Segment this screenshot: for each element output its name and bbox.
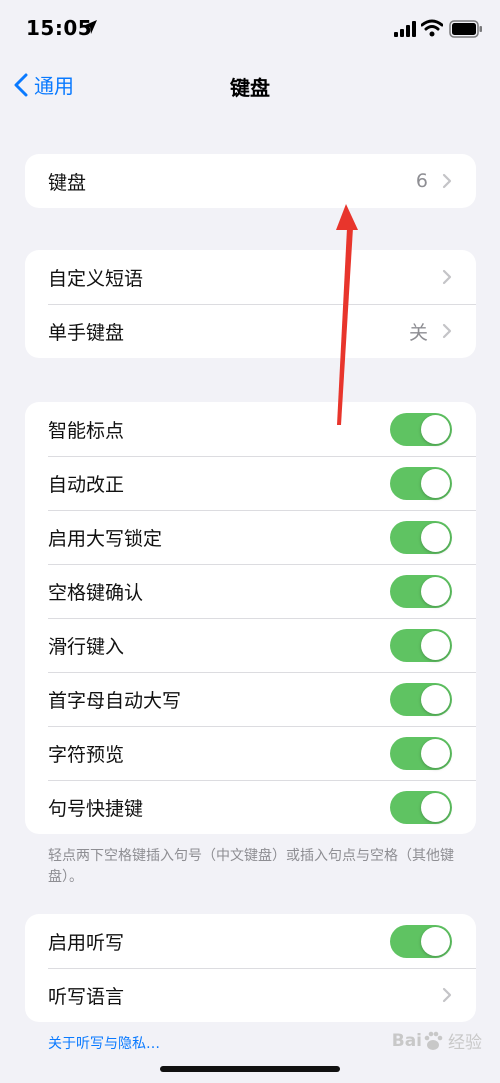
auto-correction-toggle[interactable] — [390, 467, 452, 500]
wifi-icon — [421, 19, 443, 37]
slide-to-type-toggle[interactable] — [390, 629, 452, 662]
enable-dictation-row: 启用听写 — [25, 914, 476, 968]
keyboards-group: 键盘 6 — [25, 154, 476, 208]
baidu-watermark: Bai 经验 — [391, 1028, 482, 1054]
keyboard-options-group: 智能标点 自动改正 启用大写锁定 空格键确认 滑行键入 首字母自动大写 字符预览… — [25, 402, 476, 834]
enable-dictation-toggle[interactable] — [390, 925, 452, 958]
toggle-knob — [421, 685, 450, 714]
space-confirm-toggle[interactable] — [390, 575, 452, 608]
chevron-right-icon — [442, 173, 452, 189]
period-shortcut-toggle[interactable] — [390, 791, 452, 824]
toggle-knob — [421, 415, 450, 444]
toggle-knob — [421, 631, 450, 660]
auto-capitalization-toggle[interactable] — [390, 683, 452, 716]
one-handed-value: 关 — [408, 321, 428, 344]
row-label: 启用听写 — [48, 931, 125, 954]
row-label: 自定义短语 — [48, 267, 144, 290]
chevron-right-icon — [442, 987, 452, 1003]
period-shortcut-row: 句号快捷键 — [25, 780, 476, 834]
one-handed-keyboard-row[interactable]: 单手键盘 关 — [25, 304, 476, 358]
row-label: 智能标点 — [48, 419, 125, 442]
text-replacement-row[interactable]: 自定义短语 — [25, 250, 476, 304]
caps-lock-row: 启用大写锁定 — [25, 510, 476, 564]
auto-correction-row: 自动改正 — [25, 456, 476, 510]
toggle-knob — [421, 927, 450, 956]
character-preview-row: 字符预览 — [25, 726, 476, 780]
baidu-paw-icon — [424, 1031, 443, 1050]
location-arrow-icon — [83, 20, 97, 34]
page-title: 键盘 — [230, 76, 270, 100]
toggle-knob — [421, 739, 450, 768]
row-label: 字符预览 — [48, 743, 125, 766]
period-shortcut-footnote: 轻点两下空格键插入句号（中文键盘）或插入句点与空格（其他键盘）。 — [48, 848, 454, 885]
row-label: 键盘 — [48, 171, 87, 194]
row-label: 听写语言 — [48, 985, 125, 1008]
row-label: 句号快捷键 — [48, 797, 144, 820]
row-label: 启用大写锁定 — [48, 527, 163, 550]
navigation-bar: 通用 键盘 — [0, 60, 500, 110]
keyboards-count: 6 — [415, 170, 428, 192]
space-confirm-row: 空格键确认 — [25, 564, 476, 618]
character-preview-toggle[interactable] — [390, 737, 452, 770]
row-label: 单手键盘 — [48, 321, 125, 344]
dictation-privacy-link[interactable]: 关于听写与隐私… — [48, 1033, 160, 1053]
slide-to-type-row: 滑行键入 — [25, 618, 476, 672]
watermark-brand: Bai — [391, 1030, 422, 1051]
dictation-group: 启用听写 听写语言 — [25, 914, 476, 1022]
toggle-knob — [421, 523, 450, 552]
auto-capitalization-row: 首字母自动大写 — [25, 672, 476, 726]
chevron-right-icon — [442, 323, 452, 339]
row-label: 滑行键入 — [48, 635, 125, 658]
home-indicator — [160, 1066, 340, 1072]
row-label: 空格键确认 — [48, 581, 144, 604]
row-label: 自动改正 — [48, 473, 125, 496]
row-label: 首字母自动大写 — [48, 689, 182, 712]
battery-icon — [449, 20, 482, 38]
keyboards-row[interactable]: 键盘 6 — [25, 154, 476, 208]
cellular-signal-icon — [394, 21, 416, 37]
toggle-knob — [421, 793, 450, 822]
shortcuts-group: 自定义短语 单手键盘 关 — [25, 250, 476, 358]
smart-punctuation-toggle[interactable] — [390, 413, 452, 446]
watermark-sub: 经验 — [448, 1033, 482, 1053]
chevron-right-icon — [442, 269, 452, 285]
toggle-knob — [421, 469, 450, 498]
smart-punctuation-row: 智能标点 — [25, 402, 476, 456]
caps-lock-toggle[interactable] — [390, 521, 452, 554]
toggle-knob — [421, 577, 450, 606]
status-bar: 15:05 — [0, 0, 500, 60]
dictation-languages-row[interactable]: 听写语言 — [25, 968, 476, 1022]
